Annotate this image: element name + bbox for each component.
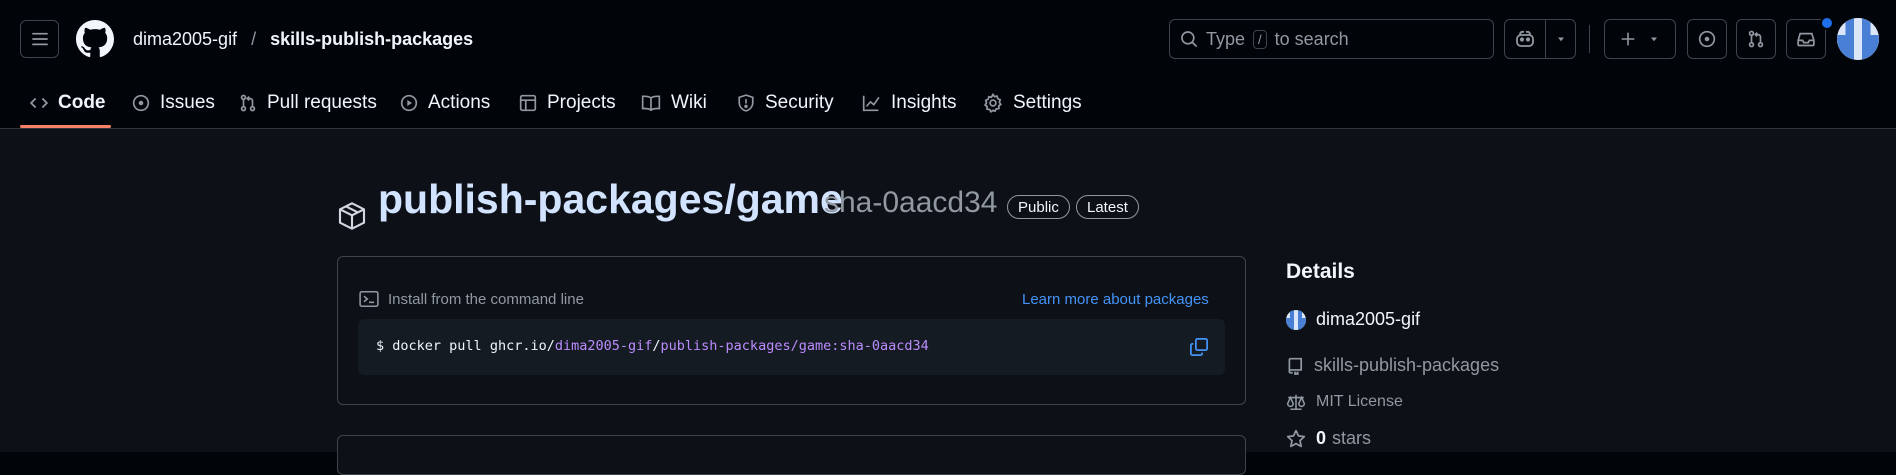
details-license: MIT License: [1316, 393, 1403, 410]
package-icon: [338, 202, 366, 230]
identicon-icon: [1286, 309, 1306, 330]
tab-insights-label: Insights: [891, 92, 957, 113]
identicon-icon: [1837, 18, 1879, 60]
package-header: [336, 178, 368, 232]
install-title-text: Install from the command line: [388, 290, 584, 308]
breadcrumb: dima2005-gif / skills-publish-packages: [133, 29, 473, 50]
details-repo-row[interactable]: skills-publish-packages: [1286, 355, 1499, 376]
search-input[interactable]: Type / to search: [1169, 19, 1494, 59]
breadcrumb-repo[interactable]: skills-publish-packages: [270, 29, 473, 50]
menu-button[interactable]: [20, 20, 59, 58]
book-icon: [641, 95, 661, 112]
tab-issues-label: Issues: [160, 92, 215, 113]
public-badge: Public: [1007, 195, 1070, 219]
latest-badge: Latest: [1076, 195, 1139, 219]
github-logo[interactable]: [76, 20, 114, 58]
command-prompt: $: [376, 338, 385, 354]
play-icon: [400, 94, 418, 112]
command-sep: /: [652, 338, 661, 354]
create-new-button[interactable]: [1604, 19, 1676, 59]
repo-icon: [1288, 357, 1303, 375]
command-image: publish-packages/game:sha-0aacd34: [660, 338, 929, 354]
tab-code-label: Code: [58, 92, 106, 113]
breadcrumb-owner[interactable]: dima2005-gif: [133, 29, 237, 50]
search-placeholder-suffix: to search: [1274, 28, 1349, 49]
copy-button[interactable]: [1186, 334, 1212, 360]
tab-projects-label: Projects: [547, 92, 616, 113]
command-box: $ docker pull ghcr.io/dima2005-gif/publi…: [358, 319, 1225, 375]
details-owner-row[interactable]: dima2005-gif: [1286, 309, 1420, 330]
issue-opened-icon: [1698, 30, 1716, 48]
repo-nav: Code Issues Pull requests Actions Projec…: [0, 78, 1896, 129]
code-icon: [30, 97, 48, 109]
top-bar: dima2005-gif / skills-publish-packages T…: [0, 0, 1896, 78]
terminal-icon: [359, 291, 379, 307]
github-mark-icon: [76, 20, 114, 58]
star-icon: [1286, 429, 1306, 447]
active-tab-underline: [20, 125, 111, 128]
chevron-down-icon[interactable]: [1555, 33, 1567, 45]
details-stars-count: 0: [1316, 428, 1327, 448]
issue-icon: [132, 94, 150, 112]
details-stars-row[interactable]: 0 stars: [1286, 428, 1371, 449]
tab-security[interactable]: Security: [737, 78, 834, 128]
header-divider: [1589, 25, 1590, 53]
pull-requests-button[interactable]: [1736, 19, 1776, 59]
command-owner: dima2005-gif: [554, 338, 653, 354]
chevron-down-icon: [1651, 37, 1657, 42]
issues-button[interactable]: [1687, 19, 1727, 59]
search-icon: [1181, 31, 1197, 47]
tab-code[interactable]: Code: [30, 78, 106, 128]
inbox-icon: [1797, 32, 1815, 47]
tab-settings-label: Settings: [1013, 92, 1082, 113]
tab-wiki-label: Wiki: [671, 92, 707, 113]
copy-icon: [1190, 338, 1208, 356]
tab-actions[interactable]: Actions: [400, 78, 490, 128]
search-placeholder-prefix: Type: [1206, 28, 1246, 49]
tab-settings[interactable]: Settings: [983, 78, 1082, 128]
details-stars-label: stars: [1332, 428, 1372, 448]
tab-issues[interactable]: Issues: [132, 78, 215, 128]
copilot-button[interactable]: [1504, 19, 1576, 59]
search-shortcut-key: /: [1253, 29, 1267, 49]
gear-icon: [983, 93, 1002, 113]
details-owner: dima2005-gif: [1316, 309, 1421, 329]
package-version: sha-0aacd34: [824, 186, 998, 219]
details-heading: Details: [1286, 260, 1355, 283]
graph-icon: [862, 95, 880, 112]
plus-icon: [1621, 32, 1635, 46]
tab-insights[interactable]: Insights: [861, 78, 956, 128]
command-prefix: docker pull ghcr.io/: [392, 338, 555, 354]
details-license-row[interactable]: MIT License: [1286, 393, 1403, 411]
install-card: Install from the command line Learn more…: [337, 256, 1246, 405]
hamburger-icon: [31, 32, 48, 46]
law-icon: [1286, 394, 1306, 410]
tab-projects[interactable]: Projects: [519, 78, 616, 128]
breadcrumb-separator: /: [251, 29, 257, 49]
tab-actions-label: Actions: [428, 92, 491, 113]
docker-command: $ docker pull ghcr.io/dima2005-gif/publi…: [376, 338, 929, 354]
package-name: publish-packages/game: [378, 176, 843, 222]
tab-wiki[interactable]: Wiki: [641, 78, 707, 128]
shield-icon: [738, 94, 754, 112]
tab-pull-requests[interactable]: Pull requests: [239, 78, 377, 128]
learn-more-link[interactable]: Learn more about packages: [1022, 291, 1209, 308]
tab-security-label: Security: [765, 92, 834, 113]
details-repo: skills-publish-packages: [1314, 355, 1500, 375]
notification-dot: [1820, 16, 1834, 30]
install-title: Install from the command line: [359, 290, 584, 308]
owner-avatar: [1286, 309, 1306, 330]
copilot-icon: [1516, 30, 1534, 47]
avatar[interactable]: [1837, 18, 1879, 60]
pull-request-icon: [1748, 30, 1764, 48]
readme-card: [337, 435, 1246, 475]
pull-request-icon: [240, 94, 256, 112]
tab-pull-requests-label: Pull requests: [267, 92, 377, 113]
table-icon: [519, 94, 537, 112]
